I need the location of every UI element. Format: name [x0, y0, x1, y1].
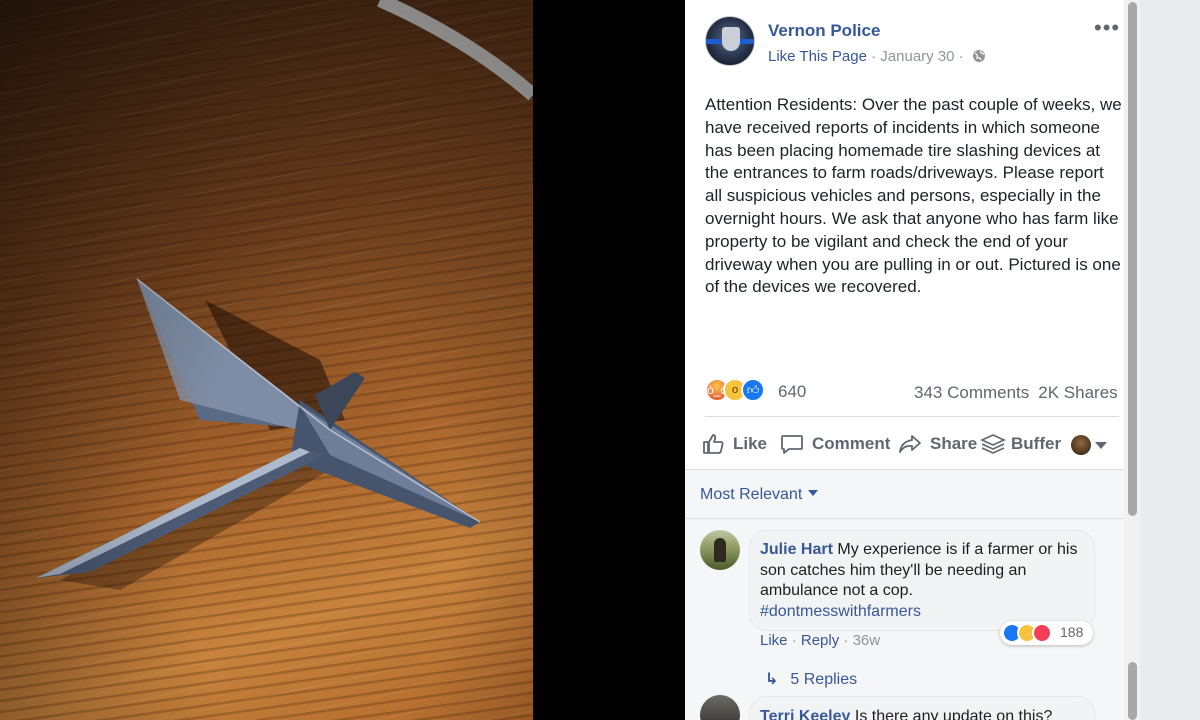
post-text: Attention Residents: Over the past coupl…	[705, 95, 1122, 297]
thumbs-up-icon	[703, 434, 724, 454]
divider	[685, 518, 1140, 519]
comment-like-link[interactable]: Like	[760, 632, 788, 649]
like-reaction-icon: 👍︎	[741, 378, 765, 402]
like-button[interactable]: Like	[702, 430, 770, 458]
globe-icon[interactable]	[972, 49, 986, 63]
comment-icon	[781, 435, 803, 454]
post-panel: Vernon Police Like This Page · January 3…	[685, 0, 1140, 720]
replies-label: 5 Replies	[790, 671, 858, 688]
comment-author-link[interactable]: Julie Hart	[760, 541, 833, 558]
comment-timestamp[interactable]: 36w	[853, 632, 881, 649]
buffer-button[interactable]: Buffer	[965, 430, 1061, 458]
comment-label: Comment	[812, 434, 891, 453]
comments-count-link[interactable]: 343 Comments	[914, 383, 1029, 402]
like-page-link[interactable]: Like This Page	[768, 48, 867, 65]
share-button[interactable]: Share	[898, 430, 977, 458]
love-reaction-icon	[1032, 623, 1052, 643]
commenter-avatar[interactable]	[700, 695, 740, 720]
view-replies-link[interactable]: ↳ 5 Replies	[765, 669, 857, 689]
chevron-down-icon	[1095, 442, 1107, 449]
post-as-selector[interactable]	[1071, 430, 1111, 458]
photo-vignette	[0, 0, 533, 720]
police-badge-icon	[722, 27, 740, 51]
comments-section: Most Relevant Julie Hart My experience i…	[685, 469, 1140, 720]
comment-body: Julie Hart My experience is if a farmer …	[760, 540, 1090, 622]
post-date[interactable]: January 30	[880, 48, 954, 65]
reply-arrow-icon: ↳	[765, 671, 779, 688]
divider	[705, 416, 1119, 417]
separator: ·	[787, 632, 801, 649]
commenter-avatar[interactable]	[700, 530, 740, 570]
post-meta: Like This Page · January 30 ·	[768, 48, 986, 65]
shares-count-link[interactable]: 2K Shares	[1038, 383, 1117, 402]
meta-separator: ·	[866, 48, 881, 65]
hashtag-link[interactable]: #dontmesswithfarmers	[760, 602, 1090, 623]
photo-letterbox	[533, 0, 685, 720]
comment-actions: Like · Reply · 36w	[760, 632, 880, 649]
like-label: Like	[733, 434, 768, 453]
sort-label: Most Relevant	[700, 486, 803, 503]
comment-reactions[interactable]: 188	[1000, 621, 1093, 645]
comment-author-link[interactable]: Terri Keeley	[760, 708, 850, 720]
page-avatar[interactable]	[705, 16, 755, 66]
buffer-label: Buffer	[1011, 434, 1062, 453]
scrollbar-thumb-lower[interactable]	[1128, 662, 1137, 720]
more-options-icon[interactable]: •••	[1094, 17, 1120, 39]
separator: ·	[839, 632, 853, 649]
comment-sort-dropdown[interactable]: Most Relevant	[700, 486, 819, 504]
post-action-bar: Like Comment Share Buffer	[702, 430, 1122, 458]
comment-reply-link[interactable]: Reply	[801, 632, 839, 649]
comment-body: Terri Keeley Is there any update on this…	[760, 707, 1090, 720]
reaction-count[interactable]: 640	[778, 382, 806, 402]
buffer-stack-icon	[980, 434, 1006, 454]
comment-reaction-count: 188	[1060, 624, 1084, 640]
comment-text: Is there any update on this?	[854, 708, 1053, 720]
comment-button[interactable]: Comment	[780, 430, 892, 458]
user-avatar	[1071, 435, 1091, 455]
share-icon	[899, 435, 921, 453]
scrollbar-thumb[interactable]	[1128, 2, 1137, 516]
meta-separator: ·	[954, 48, 968, 65]
page-name-link[interactable]: Vernon Police	[768, 21, 880, 41]
post-stats: 343 Comments 2K Shares	[914, 383, 1118, 403]
post-photo[interactable]	[0, 0, 533, 720]
caret-down-icon	[808, 490, 819, 496]
page-backdrop	[1140, 0, 1200, 720]
